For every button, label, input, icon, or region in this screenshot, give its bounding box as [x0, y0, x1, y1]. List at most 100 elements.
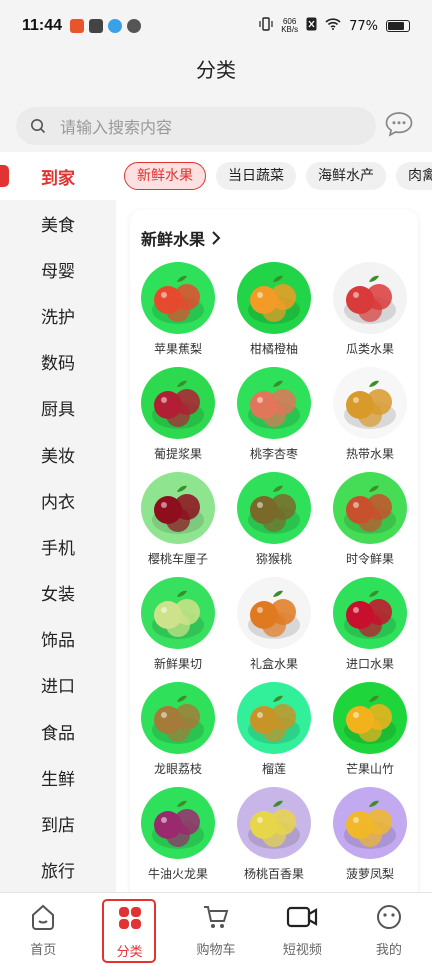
- product-image: [333, 682, 407, 754]
- sidebar-item[interactable]: 美妆: [0, 431, 116, 477]
- subcategory-tab[interactable]: 当日蔬菜: [216, 162, 296, 190]
- cart-icon: [201, 903, 231, 935]
- nav-grid[interactable]: 分类: [86, 893, 172, 964]
- sidebar-item[interactable]: 食品: [0, 708, 116, 754]
- sidebar-item[interactable]: 手机: [0, 523, 116, 569]
- category-sidebar: 到家 美食 母婴 洗护 数码 厨具 美妆 内衣 手机 女装 饰品 进口 食品 生鲜 到店 旅行: [0, 152, 116, 892]
- product-item[interactable]: 榴莲: [226, 682, 322, 777]
- status-time: 11:44: [22, 17, 63, 34]
- product-image: [141, 682, 215, 754]
- sidebar-item[interactable]: 洗护: [0, 292, 116, 338]
- message-icon[interactable]: [384, 110, 414, 142]
- nav-label: 首页: [30, 943, 57, 958]
- product-label: 进口水果: [345, 657, 394, 671]
- product-label: 芒果山竹: [345, 762, 394, 776]
- notification-app-icon: [89, 19, 104, 33]
- product-label: 菠萝凤梨: [345, 867, 394, 881]
- battery-icon: [386, 20, 410, 32]
- product-item[interactable]: 时令鲜果: [322, 472, 418, 567]
- nav-label: 分类: [116, 945, 143, 960]
- product-item[interactable]: 苹果蕉梨: [130, 262, 226, 357]
- product-label: 时令鲜果: [345, 552, 394, 566]
- product-card: 新鲜水果 苹果蕉梨 柑橘橙柚 瓜类水果葡提浆果 桃李杏枣 热带水果樱桃车厘子 猕猴桃 时令鲜…: [130, 210, 418, 900]
- notification-app-icon: [108, 19, 123, 33]
- product-label: 榴莲: [261, 762, 286, 776]
- product-item[interactable]: 热带水果: [322, 367, 418, 462]
- product-item[interactable]: 樱桃车厘子: [130, 472, 226, 567]
- product-item[interactable]: 龙眼荔枝: [130, 682, 226, 777]
- net-speed: 606 KB/s: [281, 17, 299, 34]
- product-image: [141, 787, 215, 859]
- status-bar: 11:44 606 KB/s 77%: [0, 0, 432, 52]
- product-item[interactable]: 牛油火龙果: [130, 787, 226, 882]
- product-label: 牛油火龙果: [147, 867, 208, 881]
- product-item[interactable]: 杨桃百香果: [226, 787, 322, 882]
- product-image: [333, 472, 407, 544]
- wifi-icon: [325, 18, 341, 34]
- product-image: [333, 787, 407, 859]
- product-label: 桃李杏枣: [249, 447, 298, 461]
- search-icon: [31, 119, 46, 134]
- sidebar-item[interactable]: 美食: [0, 200, 116, 246]
- product-item[interactable]: 葡提浆果: [130, 367, 226, 462]
- product-image: [141, 367, 215, 439]
- subcategory-tabs: 新鲜水果 当日蔬菜 海鲜水产 肉禽: [124, 162, 432, 190]
- subcategory-tab[interactable]: 新鲜水果: [124, 162, 206, 190]
- sidebar-item[interactable]: 进口: [0, 662, 116, 708]
- sidebar-item[interactable]: 到家: [0, 152, 116, 200]
- product-label: 新鲜果切: [153, 657, 202, 671]
- sidebar-item[interactable]: 生鲜: [0, 754, 116, 800]
- profile-icon: [374, 903, 404, 935]
- product-item[interactable]: 进口水果: [322, 577, 418, 672]
- product-grid: 苹果蕉梨 柑橘橙柚 瓜类水果葡提浆果 桃李杏枣 热带水果樱桃车厘子 猕猴桃 时令鲜果新鲜果切…: [130, 262, 418, 882]
- nav-cart[interactable]: 购物车: [173, 893, 259, 964]
- sidebar-item[interactable]: 内衣: [0, 477, 116, 523]
- subcategory-tab[interactable]: 海鲜水产: [306, 162, 386, 190]
- nav-label: 短视频: [282, 943, 322, 958]
- nav-video[interactable]: 短视频: [259, 893, 345, 964]
- nav-label: 购物车: [196, 943, 236, 958]
- nav-profile[interactable]: 我的: [346, 893, 432, 964]
- sidebar-item[interactable]: 旅行: [0, 847, 116, 893]
- sidebar-item[interactable]: 母婴: [0, 246, 116, 292]
- page-title: 分类: [196, 58, 236, 82]
- product-item[interactable]: 瓜类水果: [322, 262, 418, 357]
- product-item[interactable]: 礼盒水果: [226, 577, 322, 672]
- product-item[interactable]: 柑橘橙柚: [226, 262, 322, 357]
- home-icon: [28, 903, 58, 935]
- nav-label: 我的: [375, 943, 402, 958]
- product-image: [333, 577, 407, 649]
- product-label: 杨桃百香果: [243, 867, 304, 881]
- product-image: [141, 472, 215, 544]
- sidebar-item[interactable]: 数码: [0, 339, 116, 385]
- sidebar-item[interactable]: 饰品: [0, 616, 116, 662]
- product-item[interactable]: 猕猴桃: [226, 472, 322, 567]
- sidebar-item[interactable]: 女装: [0, 570, 116, 616]
- product-label: 瓜类水果: [345, 342, 394, 356]
- product-item[interactable]: 芒果山竹: [322, 682, 418, 777]
- vibrate-icon: [259, 17, 273, 35]
- notification-app-icon: [70, 19, 85, 33]
- sidebar-item[interactable]: 到店: [0, 800, 116, 846]
- no-sim-icon: [306, 17, 317, 35]
- product-label: 柑橘橙柚: [249, 342, 298, 356]
- notification-app-icon: [127, 19, 142, 33]
- product-image: [237, 367, 311, 439]
- product-item[interactable]: 新鲜果切: [130, 577, 226, 672]
- product-item[interactable]: 桃李杏枣: [226, 367, 322, 462]
- product-item[interactable]: 菠萝凤梨: [322, 787, 418, 882]
- nav-home[interactable]: 首页: [0, 893, 86, 964]
- battery-percent: 77%: [349, 18, 378, 34]
- product-image: [333, 367, 407, 439]
- sidebar-item[interactable]: 厨具: [0, 385, 116, 431]
- search-input[interactable]: 请输入搜索内容: [16, 107, 376, 145]
- product-label: 礼盒水果: [249, 657, 298, 671]
- product-image: [141, 262, 215, 334]
- product-image: [333, 262, 407, 334]
- product-image: [237, 787, 311, 859]
- video-icon: [285, 903, 319, 935]
- section-title-label: 新鲜水果: [141, 230, 206, 249]
- search-placeholder: 请输入搜索内容: [60, 118, 173, 137]
- section-title[interactable]: 新鲜水果: [141, 226, 221, 250]
- subcategory-tab[interactable]: 肉禽: [396, 162, 432, 190]
